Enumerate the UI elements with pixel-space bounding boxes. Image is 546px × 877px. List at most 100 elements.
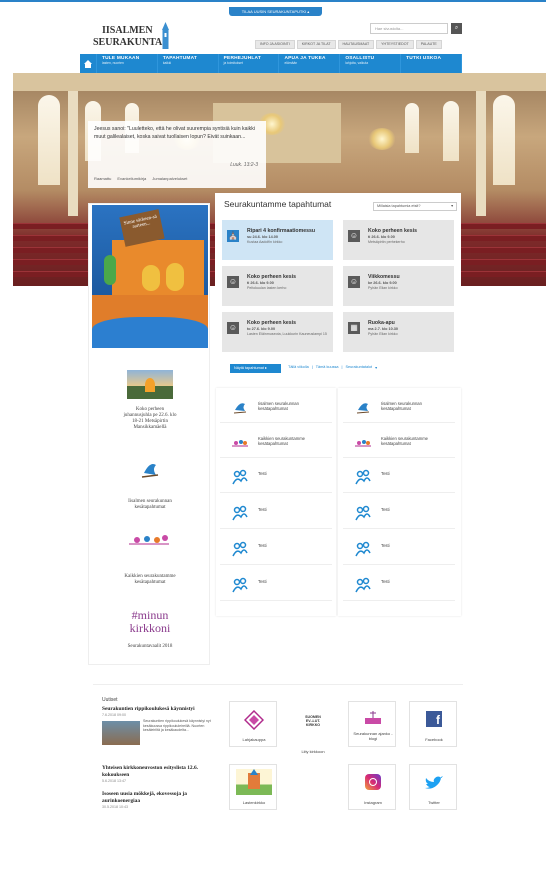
nav-tapahtumat[interactable]: TAPAHTUMAT kaikki: [158, 54, 219, 73]
footer-link-label: Facebook: [425, 737, 443, 742]
news-date: 7.6.2018 09:00: [102, 713, 126, 717]
event-card[interactable]: ☺ Koko perheen kesis to 27.6. klo 9.00 Last…: [222, 312, 333, 352]
summer-events-text[interactable]: Iisalmen seurakunnan kesätapahtumat: [89, 499, 211, 511]
tile-all-summer-events[interactable]: Kaikkien seurakuntamme kesätapahtumat: [343, 428, 455, 458]
footer-link-facebook[interactable]: f Facebook: [409, 701, 457, 747]
tile-testi[interactable]: Testi: [343, 499, 455, 529]
tile-testi[interactable]: Testi: [343, 463, 455, 493]
event-place: Lasten Eläinmuseota, Luukkurin Kauneusla…: [247, 332, 327, 336]
tile-all-summer-events[interactable]: Kaikkien seurakuntamme kesätapahtumat: [220, 428, 332, 458]
event-date: ti 26.6. klo 9.00: [368, 235, 395, 239]
hero-quote-box: Jeesus sanoi: "Luuletteko, että he oliva…: [88, 121, 266, 188]
tile-summer-events[interactable]: Iisalmen seurakunnan kesätapahtumat: [343, 393, 455, 423]
all-summer-events-icon[interactable]: [127, 526, 171, 550]
twitter-icon: [425, 776, 443, 789]
footer-link-label: Twitter: [428, 800, 440, 805]
quick-subscribe-label: TILAA UUSIN SEURAKUNTAPUTKI: [241, 9, 307, 14]
nav-tutki-uskoa[interactable]: TUTKI USKOA: [401, 54, 462, 73]
tile-testi[interactable]: Testi: [220, 499, 332, 529]
tile-summer-events[interactable]: Iisalmen seurakunnan kesätapahtumat: [220, 393, 332, 423]
link-evankeliumikirja[interactable]: Evankeliumikirja: [117, 176, 146, 181]
secnav-cemeteries[interactable]: HAUTAUSMAAT: [337, 40, 375, 49]
nav-apua-ja-tukea[interactable]: APUA JA TUKEA elämään: [279, 54, 341, 73]
event-card[interactable]: ▦ Ruoka-apu ma 2.7. klo 10.30 Pyhän Elian k…: [343, 312, 454, 352]
event-card[interactable]: ☺ Koko perheen kesis ti 26.6. klo 9.00 Mets…: [343, 220, 454, 260]
food-icon: ▦: [348, 322, 360, 334]
nav-tule-mukaan[interactable]: TULE MUKAAN lasten, nuorten: [97, 54, 158, 73]
secnav-feedback[interactable]: PALAUTE: [415, 40, 442, 49]
join-logo-line-3: KIRKKO: [305, 723, 321, 728]
news-item[interactable]: Yhteisen kirkkoneuvoston esityslista 12.…: [102, 765, 216, 783]
footer-divider: [93, 684, 463, 685]
event-title: Ruoka-apu: [368, 320, 395, 326]
nav-perhejuhlat[interactable]: PERHEJUHLAT ja toimitukset: [219, 54, 280, 73]
link-raamattu[interactable]: Raamattu: [94, 176, 111, 181]
parish-election-text[interactable]: Seurakuntavaalit 2018: [89, 644, 211, 650]
link-parish-halls[interactable]: Seurakuntatalot: [345, 365, 372, 370]
news-item[interactable]: Seurakuntien rippikoulukesä käynnistyi 7…: [102, 706, 216, 761]
people-icon: [232, 577, 248, 593]
nav-sub: kaikki: [162, 61, 172, 65]
event-title: Koko perheen kesis: [368, 228, 418, 234]
all-summer-events-text[interactable]: Kaikkien seurakuntamme kesätapahtumat: [89, 574, 211, 586]
nav-sub: lahjoita, vaikuta: [345, 61, 369, 65]
midsummer-event-text[interactable]: Koko perheen juhannusjuhla pe 22.6. klo …: [89, 407, 211, 431]
nav-sub: lasten, nuorten: [102, 61, 124, 65]
birds-icon: [355, 440, 371, 447]
footer-link-label: Lastenkirkko: [242, 800, 266, 805]
event-title: Viikkomessu: [368, 274, 400, 280]
news-item[interactable]: Isoseen uusia mökkejä, ekovessoja ja aur…: [102, 791, 216, 809]
footer-link-blogi[interactable]: Seurakunnan ajanko -blogi: [348, 701, 396, 747]
search-button[interactable]: ⌕: [451, 23, 462, 34]
tile-testi[interactable]: Testi: [220, 463, 332, 493]
home-button[interactable]: [80, 54, 97, 73]
tile-label: Testi: [381, 471, 390, 476]
event-card[interactable]: ☺ Koko perheen kesis ti 26.6. klo 9.00 Pelt…: [222, 266, 333, 306]
tile-testi[interactable]: Testi: [220, 571, 332, 601]
link-this-week[interactable]: Tällä viikolla: [288, 365, 309, 370]
footer-link-twitter[interactable]: Twitter: [409, 764, 457, 810]
summer-events-bird-icon[interactable]: [138, 457, 162, 481]
bird-icon: [356, 403, 370, 414]
event-card[interactable]: ⛪ Ripari 4 konfirmaatiomessu su 24.6. klo …: [222, 220, 333, 260]
footer-link-instagram[interactable]: Instagram: [348, 764, 396, 810]
quote-text: Jeesus sanoi: "Luuletteko, että he oliva…: [94, 126, 256, 140]
midsummer-thumbnail[interactable]: [127, 370, 173, 399]
events-filter-select[interactable]: Millaisia tapahtumia etsit? ▾: [373, 202, 457, 211]
minun-kirkkoni-logo[interactable]: #minun kirkkoni: [89, 609, 211, 635]
secnav-info[interactable]: INFO JA ASIOINTI: [255, 40, 295, 49]
secnav-churches[interactable]: KIRKOT JA TILAT: [296, 40, 336, 49]
link-this-month[interactable]: Tämä kuussa: [316, 365, 339, 370]
nav-osallistu[interactable]: OSALLISTU lahjoita, vaikuta: [340, 54, 402, 73]
site-logo[interactable]: IISALMEN SEURAKUNTA: [93, 22, 173, 51]
summer-poster-image[interactable]: Sinne särkeen-sä aarteen...: [92, 205, 208, 348]
event-date: su 24.6. klo 14.00: [247, 235, 279, 239]
link-jumalanpalvelukset[interactable]: Jumalanpalvelukset: [152, 176, 187, 181]
filter-label: Millaisia tapahtumia etsit?: [377, 204, 421, 208]
search-placeholder: Hae sivustolta...: [375, 26, 404, 31]
people-icon: [355, 469, 371, 485]
birds-icon: [232, 440, 248, 447]
news-date: 30.5.2018 10:43: [102, 805, 128, 809]
church-icon: ⛪: [227, 230, 239, 242]
tile-label: Iisalmen seurakunnan kesätapahtumat: [381, 401, 422, 411]
event-date: ke 26.6. klo 9.00: [368, 281, 397, 285]
family-icon: ☺: [348, 230, 360, 242]
footer-link-lastenkirkko[interactable]: Lastenkirkko: [229, 764, 277, 810]
quick-subscribe-tab[interactable]: TILAA UUSIN SEURAKUNTAPUTKI ▴: [229, 7, 322, 16]
tile-testi[interactable]: Testi: [220, 535, 332, 565]
event-date: ma 2.7. klo 10.30: [368, 327, 398, 331]
event-place: Pyhän Elian kirkko: [368, 332, 398, 336]
tile-testi[interactable]: Testi: [343, 571, 455, 601]
show-events-button[interactable]: Näytä tapahtumat ▸: [230, 364, 281, 373]
quote-reference: Luuk. 13:2-3: [230, 162, 258, 168]
tile-testi[interactable]: Testi: [343, 535, 455, 565]
footer-link-liity[interactable]: SUOMEN EV.-LUT. KIRKKO Liity kirkkoon: [289, 701, 337, 754]
event-title: Koko perheen kesis: [247, 274, 297, 280]
event-card[interactable]: ☺ Viikkomessu ke 26.6. klo 9.00 Pyhän Elian…: [343, 266, 454, 306]
search-input[interactable]: Hae sivustolta...: [370, 23, 448, 34]
footer-link-lahjakauppa[interactable]: Lahjakauppa: [229, 701, 277, 747]
tile-label: Iisalmen seurakunnan kesätapahtumat: [258, 401, 299, 411]
secnav-contacts[interactable]: YHTEYSTIEDOT: [376, 40, 414, 49]
people-icon: [355, 541, 371, 557]
